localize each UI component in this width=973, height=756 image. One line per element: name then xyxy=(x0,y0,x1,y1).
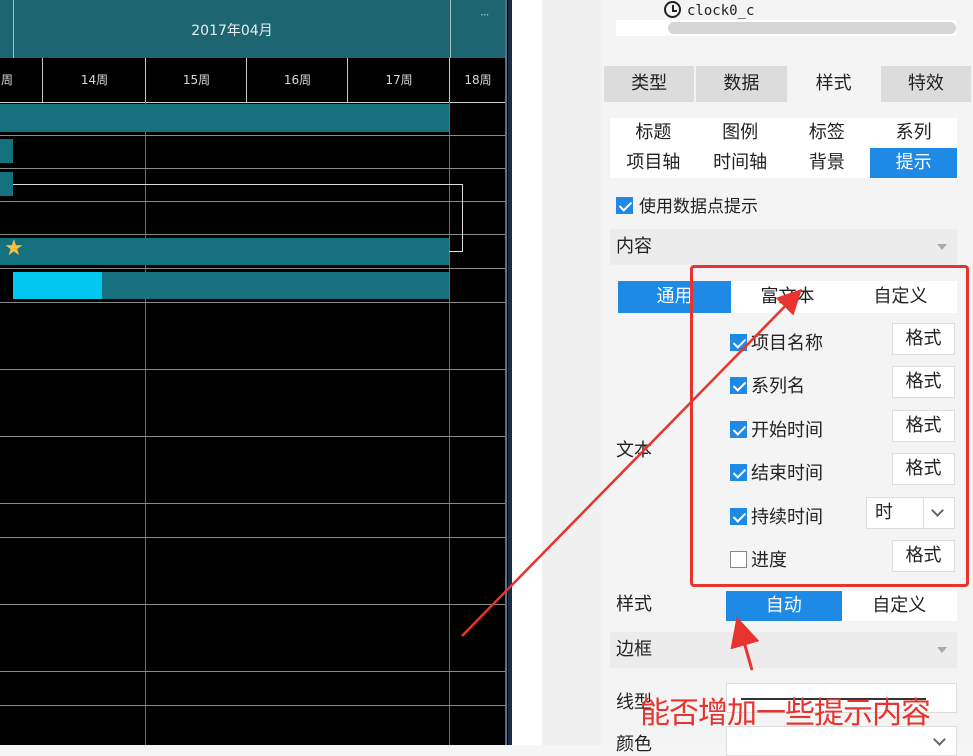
annotation-arrow xyxy=(461,288,802,637)
annotation-arrow xyxy=(730,616,760,671)
annotation-arrows xyxy=(461,288,802,671)
annotation-text: 能否增加一些提示内容 xyxy=(640,696,931,731)
